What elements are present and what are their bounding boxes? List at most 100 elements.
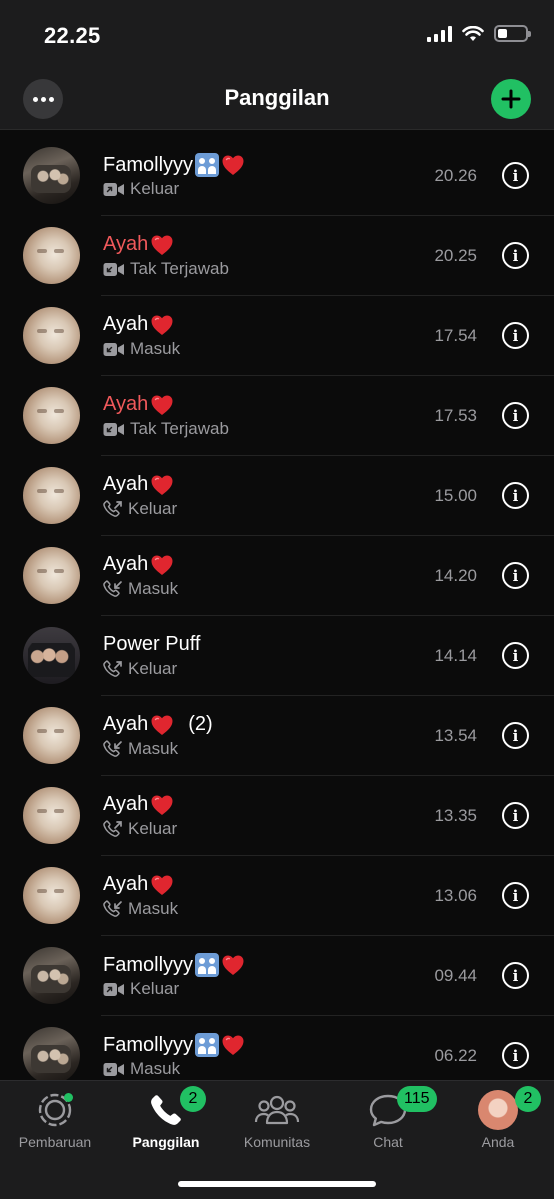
plus-icon (501, 89, 521, 109)
info-icon: i (512, 886, 519, 905)
chat-badge: 115 (397, 1086, 437, 1112)
new-update-dot (64, 1093, 73, 1102)
call-type: Masuk (103, 739, 178, 759)
heart-emoji-icon (150, 234, 174, 256)
contact-avatar[interactable] (23, 227, 80, 284)
calls-badge: 2 (180, 1086, 206, 1112)
video-call-icon (103, 422, 125, 437)
info-button[interactable]: i (502, 322, 529, 349)
call-row[interactable]: Ayah Masuk 13.06 i (0, 856, 554, 936)
new-call-button[interactable] (491, 79, 531, 119)
contact-name-text: Ayah (103, 553, 149, 575)
tab-pembaruan[interactable]: Pembaruan (0, 1091, 110, 1150)
call-type-label: Masuk (128, 579, 179, 598)
heart-emoji-icon (221, 154, 245, 176)
contact-name: Famollyyy (103, 153, 245, 177)
call-row[interactable]: Ayah Keluar 13.35 i (0, 776, 554, 856)
info-button[interactable]: i (502, 242, 529, 269)
heart-emoji-icon (221, 1034, 245, 1056)
info-button[interactable]: i (502, 482, 529, 509)
phone-icon (151, 1095, 181, 1125)
call-time: 20.26 (434, 166, 477, 185)
call-type: Tak Terjawab (103, 419, 229, 439)
profile-avatar (478, 1090, 518, 1130)
family-emoji-icon (195, 153, 220, 177)
call-row[interactable]: Ayah Tak Terjawab 20.25 i (0, 216, 554, 296)
info-button[interactable]: i (502, 642, 529, 669)
contact-avatar[interactable] (23, 867, 80, 924)
family-emoji-icon (195, 953, 220, 977)
call-row[interactable]: Ayah Masuk 17.54 i (0, 296, 554, 376)
call-list: Famollyyy Keluar 20.26 i Ayah Tak Terjawab 20.… (0, 136, 554, 1080)
battery-icon (494, 25, 531, 42)
info-icon: i (512, 486, 519, 505)
voice-call-icon (103, 499, 123, 519)
call-time: 14.14 (434, 646, 477, 665)
tab-label: Pembaruan (18, 1134, 92, 1150)
call-type-label: Masuk (128, 739, 179, 758)
voice-call-icon (103, 579, 123, 599)
tab-anda[interactable]: 2 Anda (443, 1086, 553, 1150)
contact-name: Ayah (103, 793, 174, 816)
video-call-icon (103, 982, 125, 997)
info-button[interactable]: i (502, 722, 529, 749)
info-button[interactable]: i (502, 1042, 529, 1069)
call-time: 17.53 (434, 406, 477, 425)
info-button[interactable]: i (502, 162, 529, 189)
contact-name-text: Ayah (103, 233, 149, 255)
call-type-label: Tak Terjawab (130, 259, 229, 278)
tab-label: Komunitas (243, 1134, 311, 1150)
contact-avatar[interactable] (23, 1027, 80, 1080)
status-time: 22.25 (44, 23, 101, 48)
contact-avatar[interactable] (23, 787, 80, 844)
contact-avatar[interactable] (23, 627, 80, 684)
info-button[interactable]: i (502, 882, 529, 909)
info-button[interactable]: i (502, 562, 529, 589)
contact-name: Famollyyy (103, 953, 245, 977)
contact-name: Ayah (103, 313, 174, 336)
contact-avatar[interactable] (23, 707, 80, 764)
video-call-icon (103, 182, 125, 197)
call-time: 13.06 (434, 886, 477, 905)
info-button[interactable]: i (502, 802, 529, 829)
contact-avatar[interactable] (23, 147, 80, 204)
contact-avatar[interactable] (23, 467, 80, 524)
contact-name-text: Power Puff (103, 633, 201, 655)
call-row[interactable]: Ayah Masuk 14.20 i (0, 536, 554, 616)
info-button[interactable]: i (502, 402, 529, 429)
contact-avatar[interactable] (23, 947, 80, 1004)
info-button[interactable]: i (502, 962, 529, 989)
call-type-label: Keluar (130, 979, 180, 998)
info-icon: i (512, 806, 519, 825)
call-row[interactable]: Ayah Tak Terjawab 17.53 i (0, 376, 554, 456)
contact-avatar[interactable] (23, 307, 80, 364)
contact-avatar[interactable] (23, 387, 80, 444)
call-row[interactable]: Power Puff Keluar 14.14 i (0, 616, 554, 696)
call-time: 13.35 (434, 806, 477, 825)
screen: 22.25 Panggilan Famollyyy Keluar 20.26 i… (0, 0, 554, 1199)
tab-komunitas[interactable]: Komunitas (222, 1091, 332, 1150)
call-row[interactable]: Famollyyy Keluar 20.26 i (0, 136, 554, 216)
call-type-label: Keluar (128, 659, 178, 678)
call-type: Masuk (103, 339, 180, 359)
call-row[interactable]: Ayah Keluar 15.00 i (0, 456, 554, 536)
status-icons (427, 25, 531, 42)
heart-emoji-icon (150, 554, 174, 576)
contact-name: Ayah (103, 553, 174, 576)
call-row[interactable]: Famollyyy Masuk 06.22 i (0, 1016, 554, 1080)
tab-panggilan[interactable]: 2 Panggilan (111, 1086, 221, 1150)
heart-emoji-icon (150, 314, 174, 336)
info-icon: i (512, 406, 519, 425)
heart-emoji-icon (221, 954, 245, 976)
call-row[interactable]: Ayah (2) Masuk 13.54 i (0, 696, 554, 776)
contact-name-text: Famollyyy (103, 953, 194, 976)
call-type: Keluar (103, 179, 179, 199)
call-row[interactable]: Famollyyy Keluar 09.44 i (0, 936, 554, 1016)
contact-avatar[interactable] (23, 547, 80, 604)
voice-call-icon (103, 899, 123, 919)
heart-emoji-icon (150, 474, 174, 496)
tab-chat[interactable]: 115 Chat (333, 1086, 443, 1150)
call-time: 15.00 (434, 486, 477, 505)
call-type-label: Masuk (130, 1059, 181, 1078)
contact-name: Ayah (103, 393, 174, 416)
